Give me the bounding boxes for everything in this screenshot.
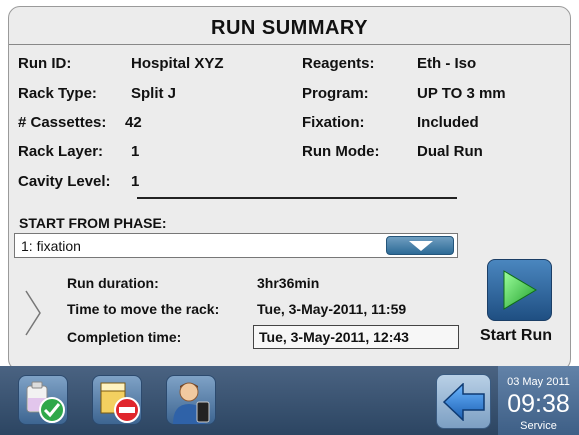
move-rack-value: Tue, 3-May-2011, 11:59 (257, 301, 407, 317)
fixation-label: Fixation: (302, 114, 365, 131)
run-mode-value: Dual Run (417, 143, 483, 160)
user-button[interactable] (166, 375, 216, 425)
reagents-value: Eth - Iso (417, 55, 477, 72)
expand-toggle[interactable] (23, 289, 43, 342)
bottom-taskbar (0, 366, 579, 435)
cavity-level-label: Cavity Level: (18, 173, 111, 190)
run-id-value: Hospital XYZ (131, 55, 224, 72)
program-label: Program: (302, 85, 369, 102)
dropdown-toggle-button[interactable] (386, 236, 454, 255)
completion-time-field: Tue, 3-May-2011, 12:43 (253, 325, 459, 349)
back-button[interactable] (436, 374, 491, 429)
fixation-value: Included (417, 114, 479, 131)
details-divider (137, 197, 457, 199)
expand-chevron-icon (25, 290, 41, 336)
start-phase-label: START FROM PHASE: (19, 215, 167, 231)
cavity-level-value: 1 (131, 173, 140, 190)
start-run-label: Start Run (480, 327, 552, 344)
rack-type-value: Split J (131, 85, 177, 102)
program-value: UP TO 3 mm (417, 85, 506, 102)
rack-layer-label: Rack Layer: (18, 143, 104, 160)
cassettes-label: # Cassettes: (18, 114, 107, 131)
rack-type-label: Rack Type: (18, 85, 97, 102)
cassettes-value: 42 (125, 114, 142, 131)
move-rack-label: Time to move the rack: (67, 301, 220, 317)
completion-time-value: Tue, 3-May-2011, 12:43 (259, 329, 409, 345)
start-phase-dropdown[interactable]: 1: fixation (14, 233, 458, 258)
rack-layer-value: 1 (131, 143, 140, 160)
status-time: 09:38 (507, 390, 570, 418)
status-clock: 03 May 2011 09:38 Service (498, 366, 579, 435)
reagents-label: Reagents: (302, 55, 375, 72)
back-arrow-icon (443, 383, 485, 421)
status-date: 03 May 2011 (507, 376, 570, 388)
play-icon (503, 270, 537, 310)
bath-status-button[interactable] (92, 375, 142, 425)
bath-blocked-icon (100, 382, 140, 423)
page-title: RUN SUMMARY (211, 17, 368, 39)
run-summary-panel: RUN SUMMARY Run ID: Hospital XYZ Rack Ty… (8, 6, 571, 371)
title-divider (9, 44, 570, 45)
reagent-ok-button[interactable] (18, 375, 68, 425)
user-role: Service (520, 420, 557, 432)
run-id-label: Run ID: (18, 55, 72, 72)
run-mode-label: Run Mode: (302, 143, 380, 160)
run-duration-value: 3hr36min (257, 275, 320, 291)
start-phase-selected: 1: fixation (21, 238, 81, 254)
dropdown-chevron-icon (409, 241, 433, 251)
run-duration-label: Run duration: (67, 275, 159, 291)
completion-time-label: Completion time: (67, 329, 182, 345)
reagent-ok-icon (26, 381, 65, 423)
user-icon (173, 382, 210, 424)
start-run-button[interactable] (487, 259, 552, 321)
